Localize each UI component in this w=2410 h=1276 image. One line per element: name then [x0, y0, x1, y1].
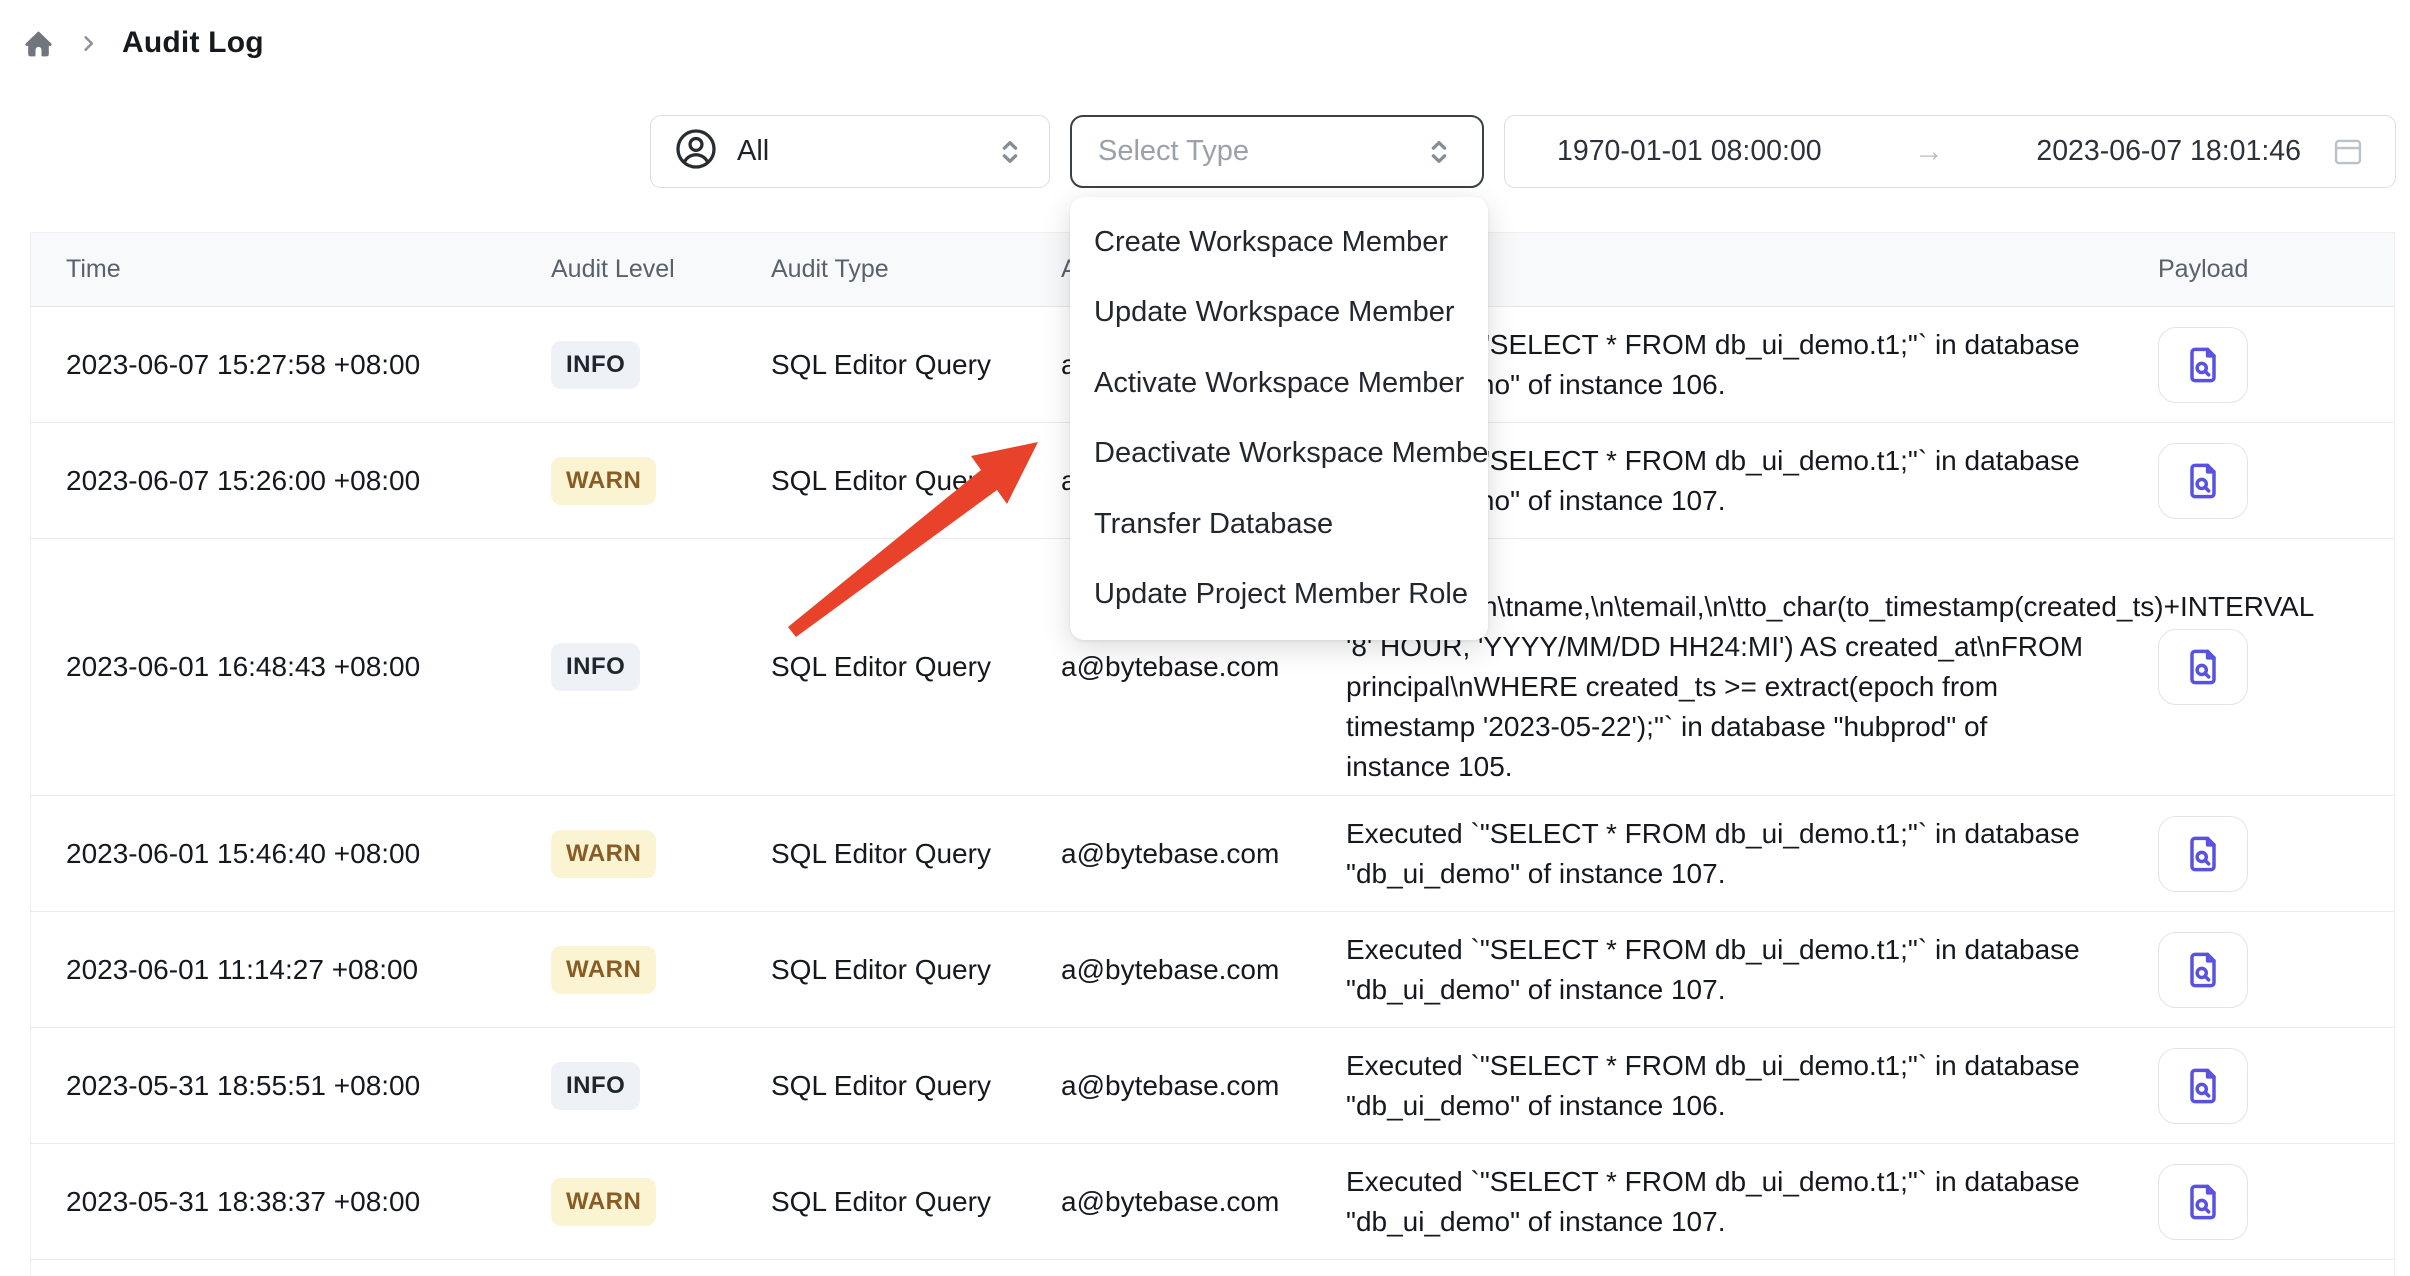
payload-button[interactable]: [2158, 816, 2248, 892]
calendar-icon: [2331, 135, 2365, 169]
file-search-icon: [2181, 343, 2225, 387]
cell-time: 2023-06-07 15:26:00 +08:00: [31, 465, 551, 497]
audit-level-badge: WARN: [551, 457, 656, 505]
audit-level-badge: WARN: [551, 830, 656, 878]
menu-item-update-project-member[interactable]: Update Project Member Role: [1070, 560, 1488, 631]
cell-audit-type: SQL Editor Query: [771, 954, 1061, 986]
chevron-right-icon: [77, 32, 100, 55]
file-search-icon: [2181, 459, 2225, 503]
payload-button[interactable]: [2158, 443, 2248, 519]
actor-filter-select[interactable]: All: [650, 115, 1050, 188]
cell-audit-type: SQL Editor Query: [771, 651, 1061, 683]
cell-time: 2023-06-01 11:14:27 +08:00: [31, 954, 551, 986]
cell-actor: a@bytebase.com: [1061, 651, 1346, 683]
menu-item-update-workspace-member[interactable]: Update Workspace Member: [1070, 278, 1488, 349]
cell-actor: a@bytebase.com: [1061, 838, 1346, 870]
audit-level-badge: WARN: [551, 946, 656, 994]
cell-audit-type: SQL Editor Query: [771, 1186, 1061, 1218]
table-row: 2023-05-31 18:38:37 +08:00 WARN SQL Edit…: [31, 1144, 2394, 1260]
file-search-icon: [2181, 1064, 2225, 1108]
cell-actor: a@bytebase.com: [1061, 954, 1346, 986]
file-search-icon: [2181, 832, 2225, 876]
audit-type-placeholder: Select Type: [1098, 135, 1249, 168]
date-range-start: 1970-01-01 08:00:00: [1557, 135, 1822, 168]
cell-time: 2023-06-07 15:27:58 +08:00: [31, 349, 551, 381]
menu-item-create-workspace-member[interactable]: Create Workspace Member: [1070, 207, 1488, 278]
filter-bar: All Select Type 1970-01-01 08:00:00 → 20…: [650, 115, 2396, 188]
audit-type-menu: Create Workspace Member Update Workspace…: [1070, 197, 1488, 640]
menu-item-activate-workspace-member[interactable]: Activate Workspace Member: [1070, 348, 1488, 419]
column-header-payload: Payload: [2126, 255, 2396, 284]
cell-comment: Executed `"SELECT * FROM db_ui_demo.t1;"…: [1346, 1038, 2126, 1134]
payload-button[interactable]: [2158, 1164, 2248, 1240]
file-search-icon: [2181, 645, 2225, 689]
cell-audit-type: SQL Editor Query: [771, 1070, 1061, 1102]
user-circle-icon: [673, 126, 719, 177]
cell-comment: Executed `"SELECT * FROM db_ui_demo.t1;"…: [1346, 806, 2126, 902]
cell-audit-type: SQL Editor Query: [771, 349, 1061, 381]
breadcrumb: Audit Log: [22, 26, 264, 60]
cell-actor: a@bytebase.com: [1061, 1186, 1346, 1218]
actor-filter-value: All: [737, 135, 769, 168]
table-row: 2023-06-01 15:46:40 +08:00 WARN SQL Edit…: [31, 796, 2394, 912]
cell-time: 2023-05-31 18:55:51 +08:00: [31, 1070, 551, 1102]
date-range-arrow-icon: →: [1914, 135, 1944, 169]
payload-button[interactable]: [2158, 1048, 2248, 1124]
page-title: Audit Log: [122, 26, 264, 60]
column-header-level: Audit Level: [551, 255, 771, 284]
cell-audit-type: SQL Editor Query: [771, 465, 1061, 497]
cell-comment: Executed `"SELECT * FROM db_ui_demo.t1;"…: [1346, 1154, 2126, 1250]
date-range-picker[interactable]: 1970-01-01 08:00:00 → 2023-06-07 18:01:4…: [1504, 115, 2396, 188]
table-row: 2023-06-01 11:14:27 +08:00 WARN SQL Edit…: [31, 912, 2394, 1028]
menu-item-transfer-database[interactable]: Transfer Database: [1070, 489, 1488, 560]
audit-level-badge: INFO: [551, 341, 640, 389]
cell-time: 2023-06-01 16:48:43 +08:00: [31, 651, 551, 683]
table-row: 2023-05-31 18:55:51 +08:00 INFO SQL Edit…: [31, 1028, 2394, 1144]
table-row-partial: [31, 1260, 2394, 1276]
cell-time: 2023-06-01 15:46:40 +08:00: [31, 838, 551, 870]
cell-actor: a@bytebase.com: [1061, 1070, 1346, 1102]
chevrons-up-down-icon: [993, 135, 1027, 169]
audit-type-select[interactable]: Select Type: [1070, 115, 1484, 188]
audit-level-badge: WARN: [551, 1178, 656, 1226]
file-search-icon: [2181, 948, 2225, 992]
column-header-time: Time: [31, 255, 551, 284]
payload-button[interactable]: [2158, 327, 2248, 403]
date-range-end: 2023-06-07 18:01:46: [2036, 135, 2301, 168]
cell-comment: Executed `"SELECT * FROM db_ui_demo.t1;"…: [1346, 922, 2126, 1018]
audit-level-badge: INFO: [551, 1062, 640, 1110]
home-icon[interactable]: [22, 27, 55, 60]
file-search-icon: [2181, 1180, 2225, 1224]
column-header-type: Audit Type: [771, 255, 1061, 284]
audit-level-badge: INFO: [551, 643, 640, 691]
cell-audit-type: SQL Editor Query: [771, 838, 1061, 870]
payload-button[interactable]: [2158, 932, 2248, 1008]
cell-time: 2023-05-31 18:38:37 +08:00: [31, 1186, 551, 1218]
menu-item-deactivate-workspace-member[interactable]: Deactivate Workspace Member: [1070, 419, 1488, 490]
payload-button[interactable]: [2158, 629, 2248, 705]
chevrons-up-down-icon: [1422, 135, 1456, 169]
